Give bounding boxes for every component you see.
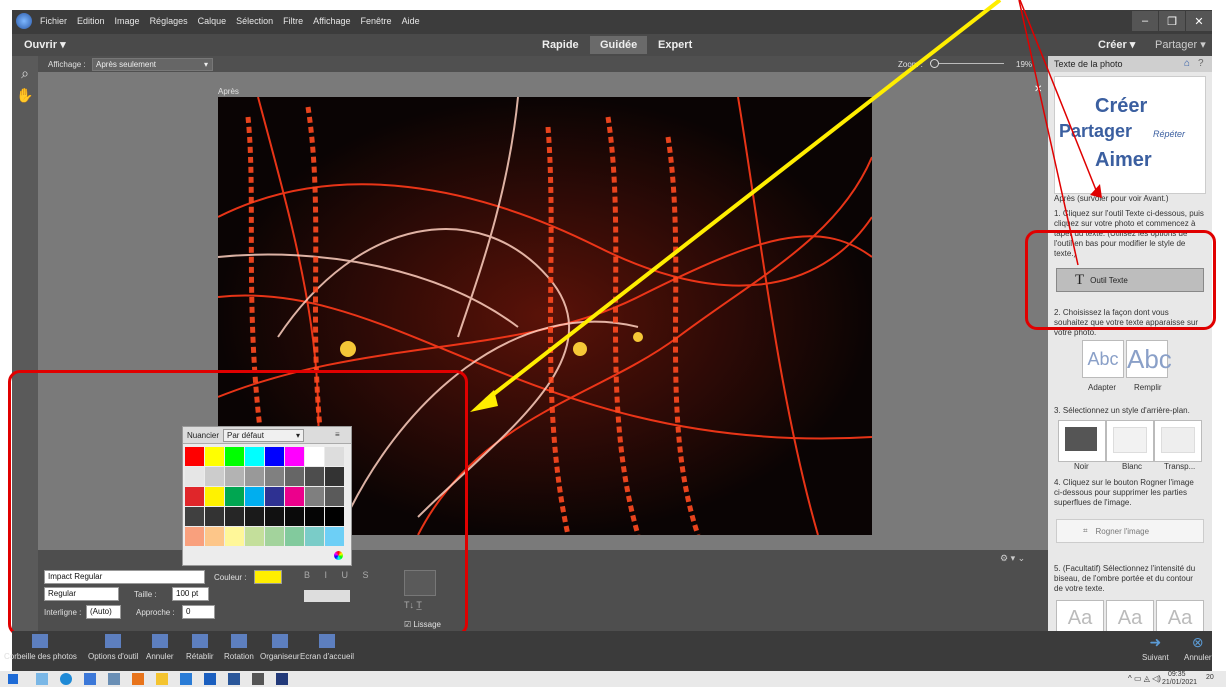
app-icon[interactable] <box>252 673 264 685</box>
red-line-1 <box>1018 0 1079 266</box>
system-tray-icons[interactable]: ^ ▭ ◬ ◁) <box>1128 674 1161 683</box>
app-icon[interactable] <box>36 673 48 685</box>
clock-date: 21/01/2021 <box>1162 679 1198 686</box>
photo-bin-button[interactable]: Corbeille des photos <box>4 634 77 661</box>
organizer-button[interactable]: Organiseur <box>260 634 300 661</box>
next-button[interactable]: ➜ Suivant <box>1142 634 1169 662</box>
clock-time: 09:35 <box>1168 671 1186 678</box>
redo-button[interactable]: Rétablir <box>186 634 214 661</box>
app-icon[interactable] <box>132 673 144 685</box>
taskbar-apps <box>36 673 288 685</box>
yellow-arrow-head <box>470 390 498 412</box>
home-screen-button[interactable]: Ecran d'accueil <box>300 634 354 661</box>
elements-icon[interactable] <box>276 673 288 685</box>
app-icon[interactable] <box>180 673 192 685</box>
red-arrow-head <box>1090 184 1102 198</box>
yellow-arrow <box>484 0 1002 402</box>
bottom-bar: Corbeille des photos Options d'outil Ann… <box>4 631 1212 671</box>
folder-icon[interactable] <box>156 673 168 685</box>
rotate-button[interactable]: Rotation <box>224 634 254 661</box>
cancel-button[interactable]: ⊗ Annuler <box>1184 634 1212 662</box>
red-line-2 <box>1019 0 1097 191</box>
undo-button[interactable]: Annuler <box>146 634 174 661</box>
windows-taskbar: ^ ▭ ◬ ◁) 09:35 21/01/2021 20 <box>0 671 1226 687</box>
word-icon[interactable] <box>228 673 240 685</box>
annotation-arrows <box>344 0 1102 687</box>
app-icon[interactable] <box>108 673 120 685</box>
mail-icon[interactable] <box>204 673 216 685</box>
tool-options-button[interactable]: Options d'outil <box>88 634 138 661</box>
start-icon[interactable] <box>8 674 18 684</box>
notification-badge[interactable]: 20 <box>1206 674 1214 681</box>
app-icon[interactable] <box>84 673 96 685</box>
edge-icon[interactable] <box>60 673 72 685</box>
